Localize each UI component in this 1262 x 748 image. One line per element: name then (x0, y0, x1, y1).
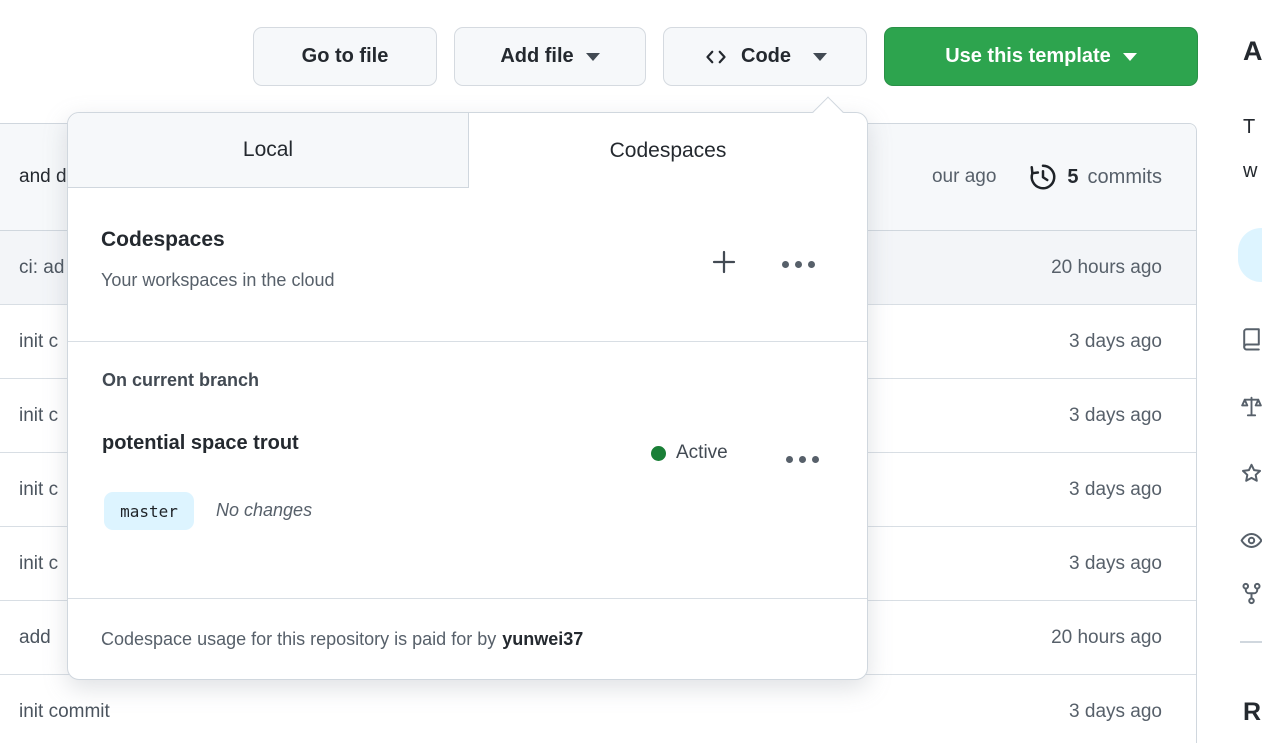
codespace-name[interactable]: potential space trout (102, 432, 299, 455)
chevron-down-icon (1122, 52, 1137, 61)
status-badge: Active (651, 442, 728, 464)
tab-codespaces-label: Codespaces (609, 138, 727, 162)
go-to-file-label: Go to file (301, 45, 389, 67)
codespace-options-button[interactable] (784, 441, 820, 477)
commits-link[interactable]: 5 commits (1067, 166, 1162, 189)
use-this-template-label: Use this template (945, 45, 1111, 67)
file-commit-message[interactable]: init commit (19, 701, 110, 723)
kebab-icon (781, 260, 815, 268)
fork-icon[interactable] (1239, 581, 1262, 606)
codespace-usage-footer: Codespace usage for this repository is p… (68, 599, 867, 680)
branch-badge: master (104, 492, 194, 530)
file-commit-message[interactable]: add (19, 627, 51, 649)
codespaces-subtitle: Your workspaces in the cloud (101, 270, 335, 290)
about-heading-fragment: A (1243, 36, 1262, 66)
book-icon[interactable] (1239, 327, 1262, 352)
code-dropdown: Local Codespaces Codespaces Your workspa… (67, 96, 868, 680)
go-to-file-button[interactable]: Go to file (253, 27, 437, 86)
file-commit-message[interactable]: ci: ad (19, 257, 64, 279)
kebab-icon (785, 455, 819, 463)
chevron-down-icon (813, 52, 827, 61)
code-button[interactable]: Code (663, 27, 867, 86)
active-dot-icon (651, 445, 666, 461)
active-label: Active (676, 442, 728, 463)
eye-icon[interactable] (1239, 528, 1262, 553)
sidebar-divider (1240, 641, 1262, 643)
history-icon (1028, 162, 1058, 192)
law-scales-icon[interactable] (1239, 394, 1262, 419)
changes-status: No changes (216, 500, 313, 520)
code-icon (703, 46, 729, 68)
code-label: Code (741, 45, 791, 67)
releases-heading-fragment: R (1243, 698, 1262, 726)
file-commit-time: 3 days ago (1069, 330, 1162, 352)
current-branch-section: On current branch potential space trout … (68, 342, 867, 599)
dropdown-tabs: Local Codespaces (68, 113, 867, 188)
file-commit-message[interactable]: init c (19, 331, 58, 353)
commits-label: commits (1087, 165, 1162, 188)
about-description-fragment: T (1243, 116, 1256, 138)
file-commit-time: 3 days ago (1069, 700, 1162, 722)
star-icon[interactable] (1239, 461, 1262, 486)
file-commit-message[interactable]: init c (19, 405, 58, 427)
file-commit-message[interactable]: init c (19, 479, 58, 501)
tab-local[interactable]: Local (68, 113, 469, 188)
about-description-fragment: w (1243, 160, 1258, 182)
latest-commit-time-fragment: our ago (931, 166, 997, 187)
on-current-branch-label: On current branch (102, 370, 260, 390)
codespaces-title: Codespaces (101, 228, 225, 251)
topic-pill[interactable] (1238, 228, 1262, 282)
file-row[interactable]: init commit 3 days ago (0, 674, 1196, 748)
file-commit-message[interactable]: init c (19, 553, 58, 575)
tab-local-label: Local (242, 138, 294, 161)
new-codespace-button[interactable] (706, 244, 742, 280)
tab-codespaces[interactable]: Codespaces (469, 113, 867, 188)
usage-owner: yunwei37 (502, 629, 584, 649)
commits-count: 5 (1067, 165, 1079, 188)
file-commit-time: 3 days ago (1069, 404, 1162, 426)
codespaces-header-section: Codespaces Your workspaces in the cloud (68, 188, 867, 342)
file-commit-time: 20 hours ago (1051, 626, 1162, 648)
add-file-button[interactable]: Add file (454, 27, 646, 86)
usage-text: Codespace usage for this repository is p… (101, 629, 497, 649)
use-this-template-button[interactable]: Use this template (884, 27, 1198, 86)
file-commit-time: 3 days ago (1069, 478, 1162, 500)
add-file-label: Add file (500, 45, 574, 67)
chevron-down-icon (585, 52, 600, 61)
file-commit-time: 20 hours ago (1051, 256, 1162, 278)
codespaces-options-button[interactable] (780, 246, 816, 282)
latest-commit-message-fragment[interactable]: and d (19, 166, 67, 188)
file-commit-time: 3 days ago (1069, 552, 1162, 574)
